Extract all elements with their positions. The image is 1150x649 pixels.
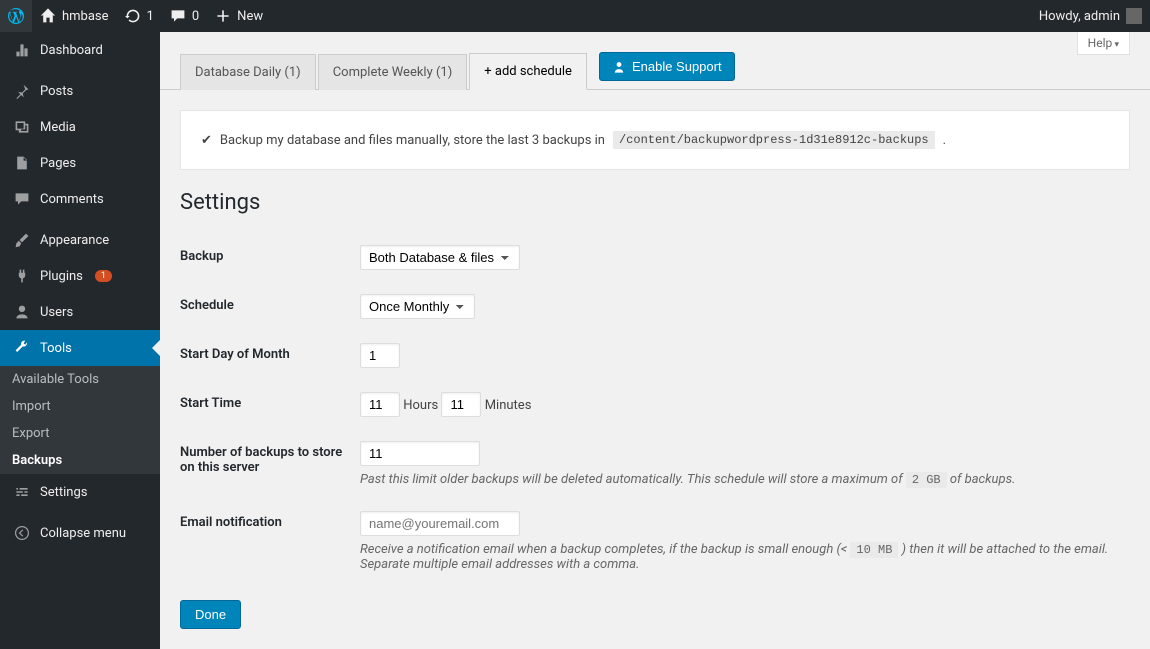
menu-settings[interactable]: Settings bbox=[0, 474, 160, 510]
done-button[interactable]: Done bbox=[180, 600, 241, 629]
new-label: New bbox=[237, 9, 263, 24]
page-icon bbox=[12, 153, 32, 173]
backup-select[interactable]: Both Database & files bbox=[360, 245, 520, 270]
email-input[interactable] bbox=[360, 511, 520, 536]
enable-support-button[interactable]: Enable Support bbox=[599, 52, 735, 81]
submenu-import[interactable]: Import bbox=[0, 393, 160, 420]
admin-sidebar: Dashboard Posts Media Pages Comments App… bbox=[0, 32, 160, 649]
menu-dashboard[interactable]: Dashboard bbox=[0, 32, 160, 68]
wordpress-icon bbox=[8, 8, 24, 24]
start-time-label: Start Time bbox=[180, 380, 360, 429]
user-icon bbox=[12, 302, 32, 322]
tools-submenu: Available Tools Import Export Backups bbox=[0, 366, 160, 474]
avatar bbox=[1126, 8, 1142, 24]
menu-users-label: Users bbox=[40, 305, 73, 320]
settings-heading: Settings bbox=[180, 190, 1130, 215]
comment-icon bbox=[12, 189, 32, 209]
support-icon bbox=[612, 60, 626, 74]
schedule-label: Schedule bbox=[180, 282, 360, 331]
backup-label: Backup bbox=[180, 233, 360, 282]
comment-icon bbox=[170, 8, 186, 24]
summary-text: Backup my database and files manually, s… bbox=[220, 133, 605, 148]
help-tab[interactable]: Help bbox=[1077, 32, 1130, 55]
home-icon bbox=[40, 8, 56, 24]
menu-posts[interactable]: Posts bbox=[0, 73, 160, 109]
menu-comments-label: Comments bbox=[40, 192, 104, 207]
update-icon bbox=[125, 8, 141, 24]
howdy-text: Howdy, admin bbox=[1039, 9, 1120, 24]
menu-posts-label: Posts bbox=[40, 84, 73, 99]
site-name: hmbase bbox=[62, 9, 109, 24]
content-area: Help Database Daily (1) Complete Weekly … bbox=[160, 32, 1150, 649]
menu-pages[interactable]: Pages bbox=[0, 145, 160, 181]
wrench-icon bbox=[12, 338, 32, 358]
email-label: Email notification bbox=[180, 499, 360, 584]
start-day-input[interactable] bbox=[360, 343, 400, 368]
dashboard-icon bbox=[12, 40, 32, 60]
comments-link[interactable]: 0 bbox=[162, 0, 207, 32]
collapse-label: Collapse menu bbox=[40, 526, 126, 541]
submenu-backups[interactable]: Backups bbox=[0, 447, 160, 474]
brush-icon bbox=[12, 230, 32, 250]
menu-plugins-label: Plugins bbox=[40, 269, 83, 284]
check-icon: ✔ bbox=[201, 133, 212, 148]
plug-icon bbox=[12, 266, 32, 286]
tab-database-daily[interactable]: Database Daily (1) bbox=[180, 54, 316, 90]
num-backups-label: Number of backups to store on this serve… bbox=[180, 429, 360, 499]
menu-pages-label: Pages bbox=[40, 156, 76, 171]
backup-summary-panel: ✔ Backup my database and files manually,… bbox=[180, 110, 1130, 170]
submenu-export[interactable]: Export bbox=[0, 420, 160, 447]
plus-icon bbox=[215, 8, 231, 24]
collapse-menu[interactable]: Collapse menu bbox=[0, 515, 160, 551]
menu-users[interactable]: Users bbox=[0, 294, 160, 330]
menu-tools[interactable]: Tools bbox=[0, 330, 160, 366]
schedule-select[interactable]: Once Monthly bbox=[360, 294, 475, 319]
hours-input[interactable] bbox=[360, 392, 400, 417]
menu-media[interactable]: Media bbox=[0, 109, 160, 145]
menu-plugins[interactable]: Plugins 1 bbox=[0, 258, 160, 294]
tab-complete-weekly[interactable]: Complete Weekly (1) bbox=[318, 54, 468, 90]
media-icon bbox=[12, 117, 32, 137]
menu-media-label: Media bbox=[40, 120, 76, 135]
minutes-input[interactable] bbox=[441, 392, 481, 417]
schedule-tabs: Database Daily (1) Complete Weekly (1) +… bbox=[160, 32, 1150, 90]
num-backups-description: Past this limit older backups will be de… bbox=[360, 472, 1120, 487]
minutes-label: Minutes bbox=[485, 398, 532, 413]
menu-dashboard-label: Dashboard bbox=[40, 43, 103, 58]
menu-appearance-label: Appearance bbox=[40, 233, 109, 248]
updates-count: 1 bbox=[147, 9, 154, 24]
account-link[interactable]: Howdy, admin bbox=[1031, 0, 1150, 32]
menu-comments[interactable]: Comments bbox=[0, 181, 160, 217]
menu-tools-label: Tools bbox=[40, 341, 72, 356]
summary-path: /content/backupwordpress-1d31e8912c-back… bbox=[613, 131, 935, 149]
menu-appearance[interactable]: Appearance bbox=[0, 222, 160, 258]
site-name-link[interactable]: hmbase bbox=[32, 0, 117, 32]
wp-logo[interactable] bbox=[0, 0, 32, 32]
comments-count: 0 bbox=[192, 9, 199, 24]
plugins-update-badge: 1 bbox=[95, 270, 112, 282]
submenu-available-tools[interactable]: Available Tools bbox=[0, 366, 160, 393]
pin-icon bbox=[12, 81, 32, 101]
collapse-icon bbox=[12, 523, 32, 543]
menu-settings-label: Settings bbox=[40, 485, 87, 500]
enable-support-label: Enable Support bbox=[632, 59, 722, 74]
admin-bar: hmbase 1 0 New Howdy, admin bbox=[0, 0, 1150, 32]
hours-label: Hours bbox=[403, 398, 438, 413]
new-link[interactable]: New bbox=[207, 0, 271, 32]
start-day-label: Start Day of Month bbox=[180, 331, 360, 380]
num-backups-input[interactable] bbox=[360, 441, 480, 466]
summary-tail: . bbox=[943, 133, 946, 148]
sliders-icon bbox=[12, 482, 32, 502]
tab-add-schedule[interactable]: + add schedule bbox=[469, 53, 587, 90]
updates-link[interactable]: 1 bbox=[117, 0, 162, 32]
settings-section: Settings Backup Both Database & files Sc… bbox=[160, 190, 1150, 649]
